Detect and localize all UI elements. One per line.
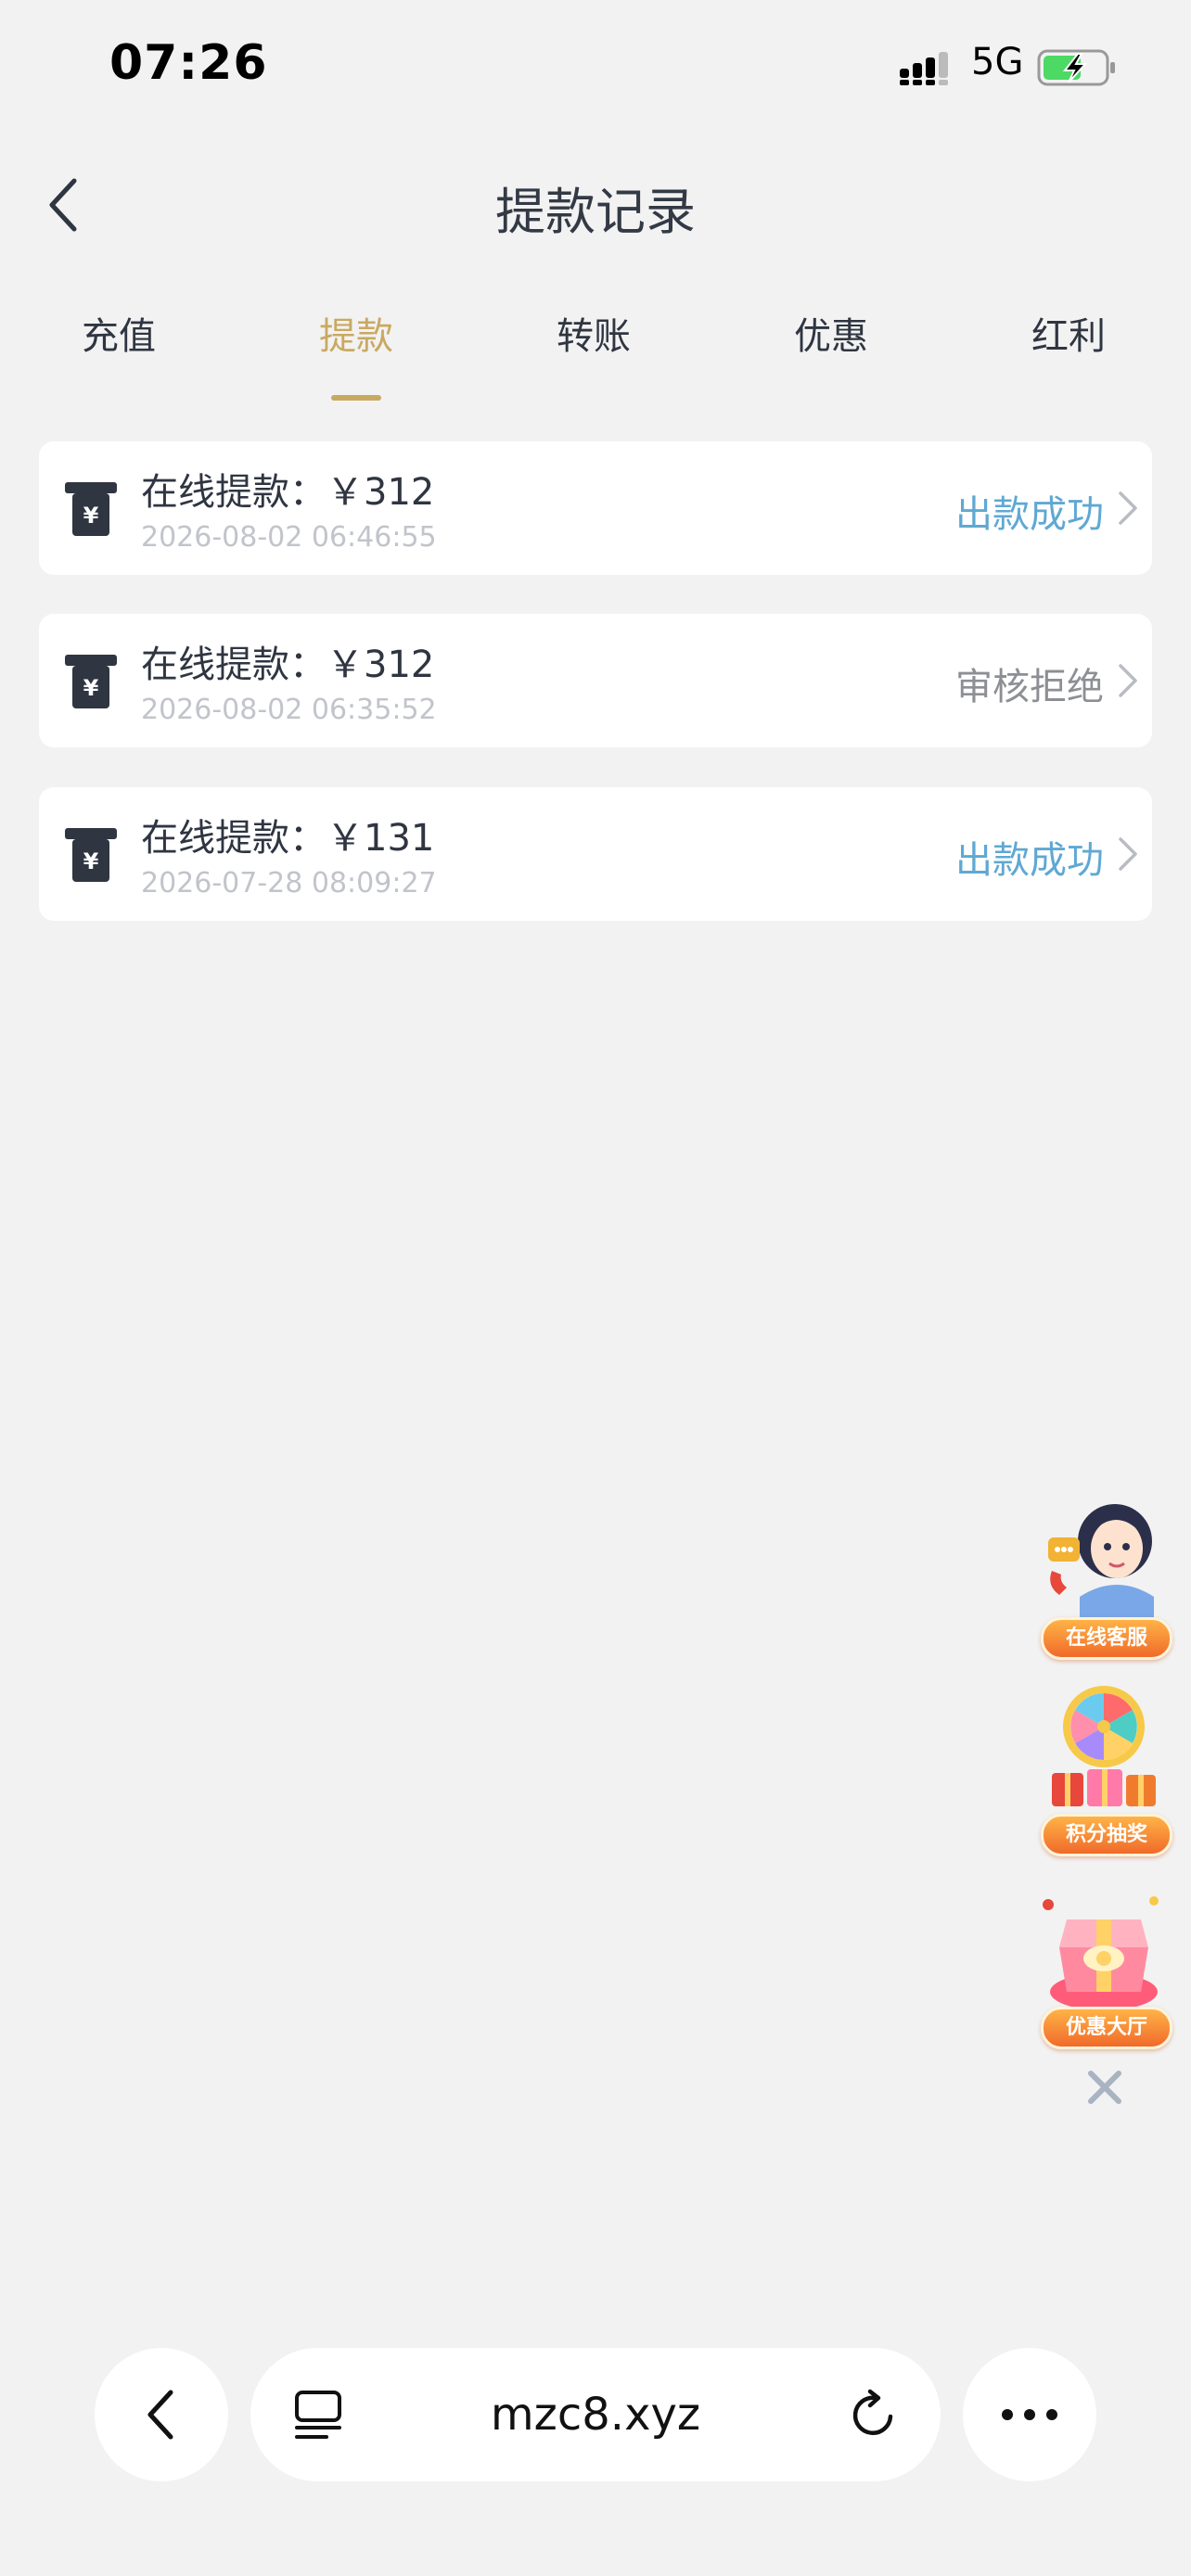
chevron-right-icon <box>1119 837 1137 871</box>
address-bar[interactable]: mzc8.xyz <box>250 2348 941 2481</box>
reload-icon[interactable] <box>848 2389 900 2441</box>
points-lottery-widget[interactable]: 积分抽奖 <box>1030 1680 1178 1856</box>
chevron-right-icon <box>1119 664 1137 697</box>
cellular-signal-icon <box>900 52 948 85</box>
promotion-hall-label: 优惠大厅 <box>1041 2007 1172 2049</box>
online-service-widget[interactable]: 在线客服 <box>1030 1493 1178 1660</box>
withdrawal-record[interactable]: ¥ 在线提款：￥131 2026-07-28 08:09:27 出款成功 <box>39 787 1152 921</box>
withdrawal-icon: ¥ <box>65 655 117 708</box>
record-time: 2026-08-02 06:35:52 <box>141 694 437 726</box>
tab-withdraw[interactable]: 提款 <box>263 306 449 360</box>
gift-box-icon <box>1043 1896 1159 2010</box>
prize-wheel-icon <box>1052 1686 1156 1806</box>
chevron-right-icon <box>1119 491 1137 525</box>
record-time: 2026-08-02 06:46:55 <box>141 521 437 554</box>
tab-bar: 充值 提款 转账 优惠 红利 <box>0 306 1191 401</box>
record-time: 2026-07-28 08:09:27 <box>141 867 437 899</box>
record-title: 在线提款：￥312 <box>141 471 435 514</box>
svg-text:¥: ¥ <box>83 503 99 529</box>
close-icon[interactable] <box>1083 2066 1126 2109</box>
more-options-button[interactable] <box>963 2348 1096 2481</box>
record-status: 审核拒绝 <box>955 666 1104 708</box>
url-text: mzc8.xyz <box>490 2389 701 2441</box>
withdrawal-record[interactable]: ¥ 在线提款：￥312 2026-08-02 06:35:52 审核拒绝 <box>39 614 1152 747</box>
status-time: 07:26 <box>109 35 268 91</box>
tab-bonus[interactable]: 红利 <box>976 306 1161 360</box>
svg-text:¥: ¥ <box>83 848 99 874</box>
chevron-left-icon <box>147 2390 173 2440</box>
battery-charging-icon <box>1037 49 1115 86</box>
customer-service-agent-icon <box>1048 1504 1154 1632</box>
record-title: 在线提款：￥131 <box>141 817 435 860</box>
withdrawal-record[interactable]: ¥ 在线提款：￥312 2026-08-02 06:46:55 出款成功 <box>39 441 1152 575</box>
record-status: 出款成功 <box>955 493 1104 536</box>
browser-back-button[interactable] <box>95 2348 228 2481</box>
withdrawal-icon: ¥ <box>65 828 117 882</box>
page-title: 提款记录 <box>495 183 696 241</box>
record-status: 出款成功 <box>955 839 1104 882</box>
record-title: 在线提款：￥312 <box>141 644 435 686</box>
promotion-hall-widget[interactable]: 优惠大厅 <box>1030 1882 1178 2049</box>
withdrawal-icon: ¥ <box>65 482 117 536</box>
points-lottery-label: 积分抽奖 <box>1041 1814 1172 1856</box>
network-type: 5G <box>971 41 1024 83</box>
active-tab-indicator <box>331 395 381 401</box>
online-service-label: 在线客服 <box>1041 1617 1172 1660</box>
tab-transfer[interactable]: 转账 <box>501 306 686 360</box>
svg-text:¥: ¥ <box>83 675 99 701</box>
more-dots-icon <box>1002 2409 1057 2420</box>
tab-promotions[interactable]: 优惠 <box>738 306 924 360</box>
tab-deposit[interactable]: 充值 <box>26 306 211 360</box>
